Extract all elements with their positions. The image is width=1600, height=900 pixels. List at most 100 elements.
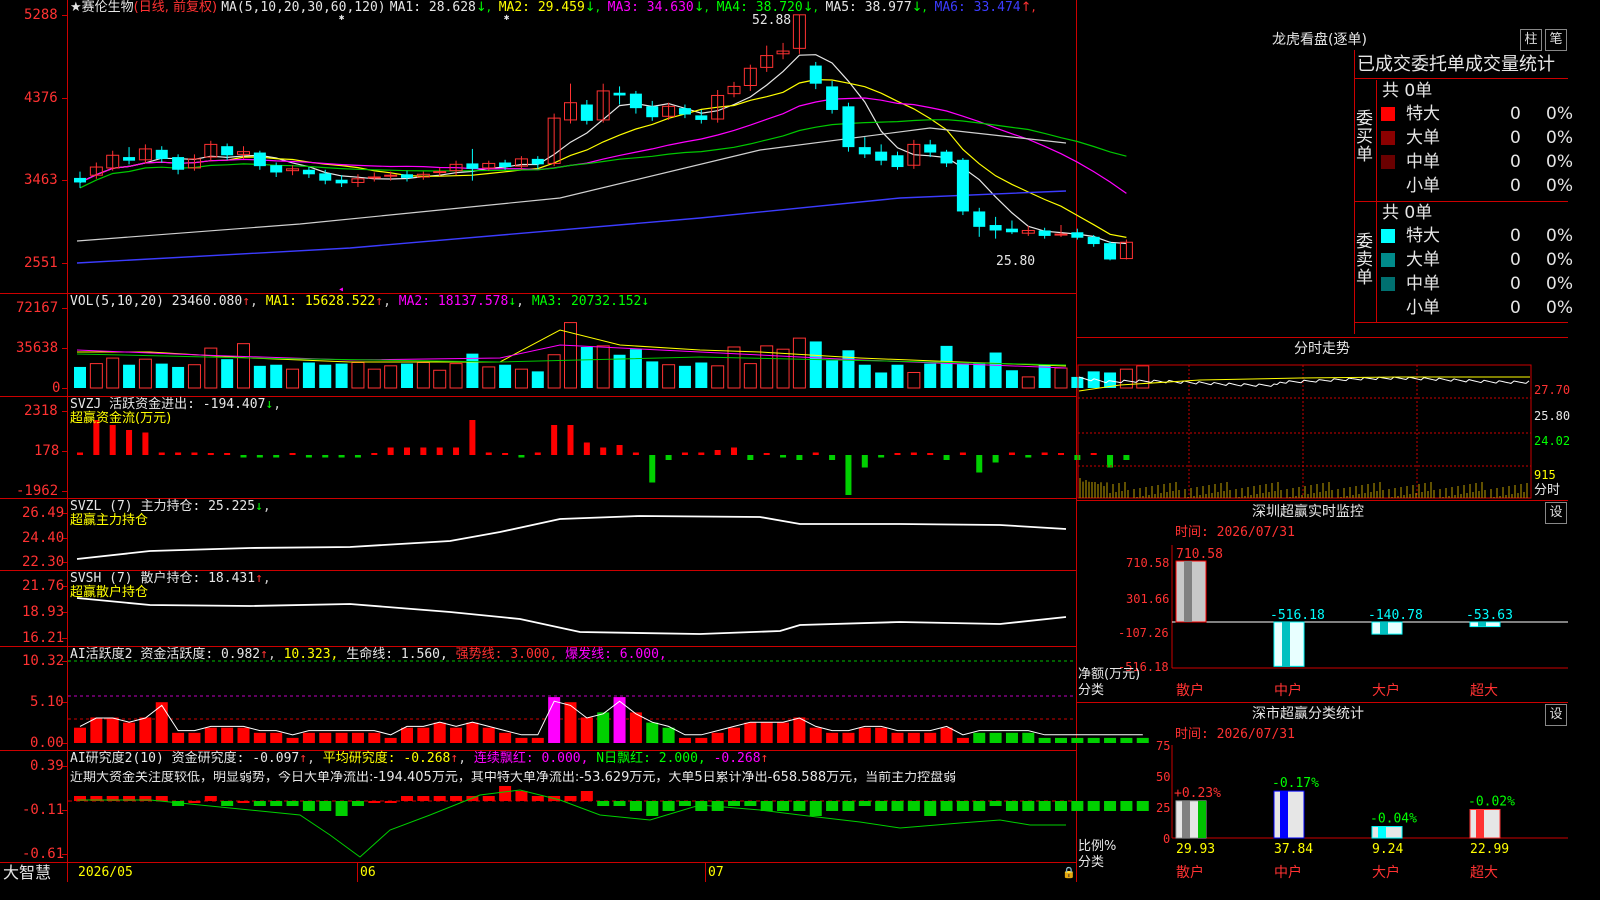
candle-body [842, 106, 855, 148]
vol-value: 23460.080 [171, 294, 243, 309]
svzl-panel-header: SVZL (7) 主力持仓: 25.225↓, [70, 499, 271, 514]
volume-bar [1021, 376, 1035, 389]
volume-bar [531, 371, 544, 388]
activity-bar [695, 737, 708, 743]
order-qty: 0 [1510, 226, 1521, 246]
volume-bar [662, 364, 676, 389]
capital-flow-bar [1123, 455, 1130, 460]
activity-bar [1038, 737, 1051, 743]
order-qty: 0 [1510, 274, 1521, 294]
order-type-label: 大单 [1406, 250, 1440, 270]
activity-bar [580, 717, 593, 743]
capital-flow-bar [845, 455, 852, 495]
candle-body [221, 146, 234, 156]
sz-monitor-title: 深圳超赢实时监控 [1252, 504, 1364, 520]
volume-bar [891, 364, 904, 388]
ai-active-label3: 生命线: 1.560, [346, 647, 448, 662]
ai-research-title: AI研究度2(10) [70, 751, 164, 766]
stock-charts[interactable]: ◂✱ ✱710.58-516.18 -140.78 -53.6329.93+0.23%… [0, 0, 1568, 882]
monitor-bar-value: 710.58 [1176, 547, 1223, 562]
lock-icon[interactable]: 🔒 [1062, 866, 1076, 880]
capital-flow-bar [567, 425, 574, 455]
vol-ma2: MA2: 18137.578 [398, 294, 509, 309]
order-color-swatch [1381, 131, 1395, 145]
svzj-title: SVZJ [70, 397, 102, 412]
activity-bar [940, 727, 953, 743]
activity-bar [270, 732, 283, 743]
monitor-bar-shade [1282, 622, 1290, 667]
svsh-title: SVSH (7) [70, 571, 133, 586]
research-bar [188, 801, 201, 803]
capital-flow-bar [338, 455, 345, 458]
capital-flow-bar [829, 455, 836, 460]
activity-bar [777, 722, 790, 743]
activity-bar [760, 722, 773, 743]
capital-flow-bar [322, 455, 329, 458]
ai-research-header: AI研究度2(10) 资金研究度: -0.097↑, 平均研究度: -0.268… [70, 751, 769, 766]
stock-name[interactable]: 赛伦生物 [82, 0, 134, 15]
ma5-line [76, 127, 1067, 242]
research-bar [1087, 801, 1100, 811]
volume-bar [384, 365, 398, 389]
candle-body [1054, 233, 1068, 236]
sz-class-settings-button[interactable]: 设 [1545, 704, 1567, 726]
period-mode[interactable]: (日线, 前复权) [134, 0, 217, 15]
volume-bar [433, 369, 447, 389]
order-pct: 0% [1546, 104, 1573, 124]
volume-bar [826, 360, 839, 388]
order-qty: 0 [1510, 152, 1521, 172]
activity-bar [286, 737, 299, 743]
pen-mode-button[interactable]: 笔 [1545, 29, 1567, 51]
volume-bar [613, 354, 626, 388]
candle-body [433, 171, 447, 174]
sz-class-title: 深市超赢分类统计 [1252, 706, 1364, 722]
research-bar [499, 786, 512, 801]
activity-bar [597, 712, 610, 743]
ma-params: MA(5,10,20,30,60,120) [221, 0, 386, 15]
class-bar-shade [1476, 809, 1484, 838]
volume-bar [792, 337, 806, 389]
candle-body [499, 162, 512, 168]
activity-bar [368, 732, 381, 743]
capital-flow-bar [77, 452, 83, 455]
activity-bar [74, 727, 86, 743]
research-bar [1120, 801, 1133, 811]
capital-flow-bar [1074, 455, 1081, 460]
ai-research-label1: 资金研究度: -0.097 [171, 751, 300, 766]
volume-bar [629, 349, 642, 388]
candle-body [1104, 243, 1117, 260]
order-type-label: 小单 [1406, 298, 1440, 318]
ai-research-axis-label: -0.11 [22, 802, 65, 818]
volume-bar [646, 361, 659, 388]
sz-monitor-settings-button[interactable]: 设 [1545, 502, 1567, 524]
order-type-label: 中单 [1406, 274, 1440, 294]
svzl-label: 主力持仓: 25.225 [140, 499, 256, 514]
activity-bar [809, 727, 822, 743]
ai-research-label5: -0.268 [713, 751, 761, 766]
capital-flow-bar [649, 455, 656, 483]
intraday-avg-line [1078, 376, 1530, 392]
favorite-star-icon[interactable]: ★ [70, 0, 82, 15]
intraday-axis-label: 915 [1534, 468, 1556, 482]
research-bar [1055, 801, 1067, 811]
order-pct: 0% [1546, 128, 1573, 148]
bar-mode-button[interactable]: 柱 [1520, 29, 1542, 51]
capital-flow-bar [1090, 453, 1097, 455]
research-bar [1104, 801, 1117, 811]
capital-flow-bar [992, 455, 999, 463]
vol-panel-header: VOL(5,10,20) 23460.080↑, MA1: 15628.522↑… [70, 294, 650, 309]
ai-research-label2: 平均研究度: -0.268 [322, 751, 451, 766]
svsh-axis-label: 18.93 [22, 604, 65, 620]
research-bar [531, 796, 544, 801]
class-bar-shade [1378, 826, 1386, 838]
activity-bar [956, 737, 969, 743]
research-bar [989, 801, 1002, 806]
activity-bar [384, 737, 397, 743]
sz-class-axis-label: 75 [1156, 739, 1171, 753]
category-label: 超大 [1470, 683, 1498, 699]
capital-flow-bar [175, 452, 182, 455]
low-price-label: 25.80 [996, 254, 1036, 269]
order-pct: 0% [1546, 152, 1573, 172]
ai-research-comment: 近期大资金关注度较低，明显弱势，今日大单净流出:-194.405万元，其中特大单… [70, 771, 957, 785]
activity-bar [793, 717, 806, 743]
